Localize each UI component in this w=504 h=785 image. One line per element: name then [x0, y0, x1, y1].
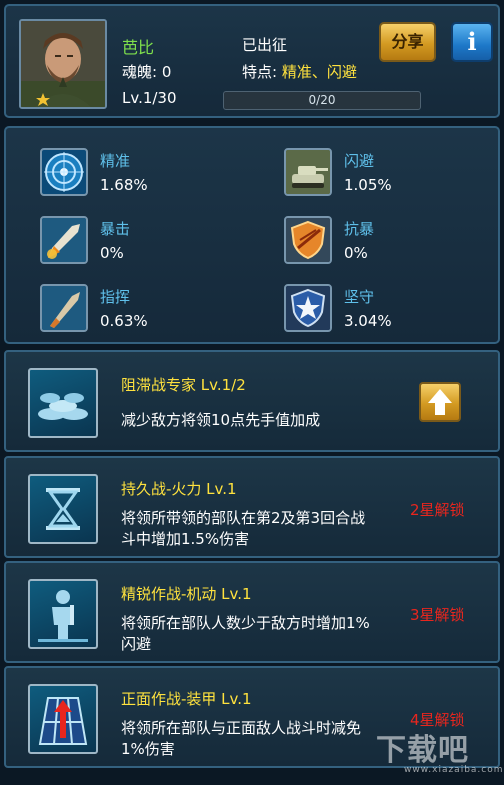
- attribute-stats-panel: 精准 1.68% 闪避 1.05% 暴击 0% 抗暴 0% 指挥 0.63% 坚…: [4, 126, 500, 344]
- unlock-requirement: 3星解锁: [410, 606, 465, 624]
- exp-progress-bar: 0/20: [223, 91, 421, 110]
- hero-traits: 特点: 精准、闪避: [242, 61, 357, 82]
- soldier-icon: [28, 579, 98, 649]
- skill-card-delay-expert[interactable]: 阻滞战专家 Lv.1/2 减少敌方将领10点先手值加成: [4, 350, 500, 452]
- tank-icon: [284, 148, 332, 196]
- stat-value-crit-resist: 0%: [344, 244, 368, 262]
- stat-value-precision: 1.68%: [100, 176, 148, 194]
- stat-name-steadfast: 坚守: [344, 288, 375, 306]
- trait-value: 精准、闪避: [281, 63, 357, 81]
- critical-missile-icon: [40, 216, 88, 264]
- share-button[interactable]: 分享: [379, 22, 436, 62]
- star-shield-icon: [284, 284, 332, 332]
- arrow-up-icon: [428, 389, 452, 415]
- hero-portrait-avatar[interactable]: [19, 19, 107, 109]
- stat-name-evasion: 闪避: [344, 152, 375, 170]
- site-watermark: 下载吧 www.xiazaiba.com: [376, 725, 503, 781]
- stat-value-command: 0.63%: [100, 312, 148, 330]
- grid-arrow-icon: [28, 684, 98, 754]
- trait-label: 特点:: [242, 63, 282, 81]
- skill-description: 将领所在部队人数少于敌方时增加1%闪避: [121, 614, 370, 653]
- precision-radar-icon: [40, 148, 88, 196]
- skill-title: 正面作战-装甲 Lv.1: [121, 690, 252, 708]
- hero-header-panel: 芭比 魂魄: 0 Lv.1/30 已出征 特点: 精准、闪避 0/20 分享 i: [4, 4, 500, 118]
- skill-title: 持久战-火力 Lv.1: [121, 480, 237, 498]
- soul-count: 魂魄: 0: [122, 63, 172, 81]
- command-shell-icon: [40, 284, 88, 332]
- hourglass-icon: [28, 474, 98, 544]
- sandbag-icon: [28, 368, 98, 438]
- skill-description: 将领所带领的部队在第2及第3回合战斗中增加1.5%伤害: [121, 509, 366, 548]
- hero-level: Lv.1/30: [122, 89, 177, 107]
- skill-description: 将领所在部队与正面敌人战斗时减免1%伤害: [121, 719, 362, 758]
- shield-resist-icon: [284, 216, 332, 264]
- stat-name-critical: 暴击: [100, 220, 131, 238]
- watermark-text: 下载吧: [376, 733, 469, 768]
- stat-value-steadfast: 3.04%: [344, 312, 392, 330]
- skill-card-elite-mobility[interactable]: 精锐作战-机动 Lv.1 将领所在部队人数少于敌方时增加1%闪避 3星解锁: [4, 561, 500, 663]
- upgrade-button[interactable]: [419, 382, 461, 422]
- exp-progress-text: 0/20: [308, 93, 336, 107]
- stat-name-crit-resist: 抗暴: [344, 220, 375, 238]
- stat-value-critical: 0%: [100, 244, 124, 262]
- skill-card-endurance-firepower[interactable]: 持久战-火力 Lv.1 将领所带领的部队在第2及第3回合战斗中增加1.5%伤害 …: [4, 456, 500, 558]
- skill-description: 减少敌方将领10点先手值加成: [121, 411, 321, 429]
- stat-value-evasion: 1.05%: [344, 176, 392, 194]
- skill-title: 阻滞战专家 Lv.1/2: [121, 376, 246, 394]
- unlock-requirement: 2星解锁: [410, 501, 465, 519]
- info-button[interactable]: i: [451, 22, 493, 62]
- stat-name-command: 指挥: [100, 288, 131, 306]
- hero-name: 芭比: [122, 38, 155, 57]
- stat-name-precision: 精准: [100, 152, 131, 170]
- deploy-status: 已出征: [242, 36, 288, 54]
- skill-title: 精锐作战-机动 Lv.1: [121, 585, 252, 603]
- watermark-url: www.xiazaiba.com: [404, 765, 504, 775]
